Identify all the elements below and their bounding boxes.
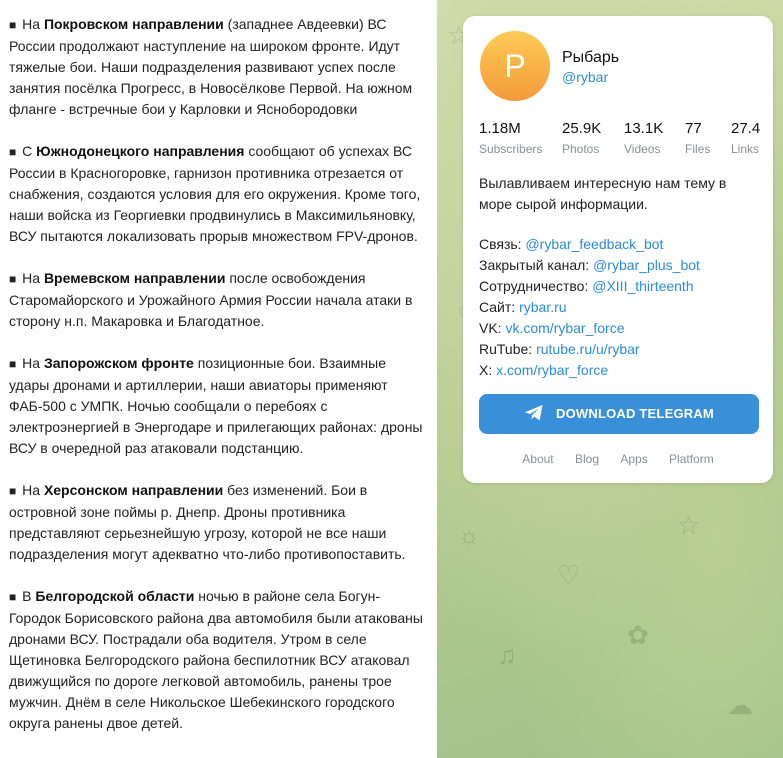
- post-text: ■ На Покровском направлении (западнее Ав…: [9, 14, 429, 755]
- footer-link-platform[interactable]: Platform: [669, 452, 714, 466]
- stat-subscribers: 1.18M Subscribers: [479, 120, 542, 157]
- paragraph-prefix: С: [22, 143, 37, 159]
- square-bullet-icon: ■: [9, 145, 17, 159]
- paragraph-heading: Времевском направлении: [43, 270, 226, 286]
- paragraph-heading: Покровском направлении: [43, 16, 224, 32]
- channel-links: Связь: @rybar_feedback_bot Закрытый кана…: [479, 234, 769, 381]
- link-label: Сайт:: [479, 299, 520, 315]
- footer-link-apps[interactable]: Apps: [620, 452, 647, 466]
- post-paragraph: ■ В Белгородской области ночью в районе …: [9, 586, 429, 734]
- stat-value: 1.18M: [479, 120, 521, 137]
- link-row-cooperation: Сотрудничество: @XIII_thirteenth: [479, 276, 769, 297]
- stat-label: Links: [731, 142, 760, 156]
- rutube-link[interactable]: rutube.ru/u/rybar: [536, 341, 640, 357]
- channel-description: Вылавливаем интересную нам тему в море с…: [479, 175, 727, 212]
- footer-links: About Blog Apps Platform: [463, 452, 773, 466]
- flower-doodle-icon: ✿: [627, 620, 649, 650]
- square-bullet-icon: ■: [9, 590, 17, 604]
- star-doodle-icon: ☆: [677, 510, 701, 540]
- paragraph-prefix: На: [22, 355, 44, 371]
- stat-label: Files: [685, 142, 711, 156]
- post-paragraph: ■ С Южнодонецкого направления сообщают о…: [9, 141, 429, 247]
- channel-handle[interactable]: @rybar: [562, 69, 608, 85]
- square-bullet-icon: ■: [9, 357, 17, 371]
- post-paragraph: ■ На Покровском направлении (западнее Ав…: [9, 14, 429, 120]
- stat-photos[interactable]: 25.9K Photos: [562, 120, 601, 157]
- link-row-rutube: RuTube: rutube.ru/u/rybar: [479, 339, 769, 360]
- post-paragraph: ■ На Запорожском фронте позиционные бои.…: [9, 353, 429, 459]
- channel-background: ☼ ♡ ☆ ♫ ✿ ☁ ☆ ♡ ✿ P Рыбарь @rybar 1.18M …: [437, 0, 783, 758]
- link-row-contact: Связь: @rybar_feedback_bot: [479, 234, 769, 255]
- square-bullet-icon: ■: [9, 18, 17, 32]
- paragraph-prefix: В: [22, 588, 36, 604]
- paragraph-prefix: На: [22, 482, 44, 498]
- stat-label: Photos: [562, 142, 600, 156]
- post-pane: ■ На Покровском направлении (западнее Ав…: [0, 0, 437, 758]
- paragraph-heading: Южнодонецкого направления: [36, 143, 245, 159]
- link-label: X:: [479, 362, 497, 378]
- link-label: Связь:: [479, 236, 526, 252]
- x-link[interactable]: x.com/rybar_force: [496, 362, 608, 378]
- link-label: RuTube:: [479, 341, 537, 357]
- balloon-doodle-icon: ☼: [457, 520, 481, 550]
- link-row-closed-channel: Закрытый канал: @rybar_plus_bot: [479, 255, 769, 276]
- post-paragraph: ■ На Времевском направлении после освобо…: [9, 268, 429, 332]
- stat-videos[interactable]: 13.1K Videos: [624, 120, 663, 157]
- paragraph-prefix: На: [22, 270, 44, 286]
- cloud-doodle-icon: ☁: [727, 690, 753, 720]
- avatar[interactable]: P: [480, 31, 550, 101]
- stat-label: Subscribers: [479, 142, 543, 156]
- footer-link-blog[interactable]: Blog: [575, 452, 599, 466]
- link-row-site: Сайт: rybar.ru: [479, 297, 769, 318]
- paragraph-prefix: На: [22, 16, 44, 32]
- paragraph-heading: Херсонском направлении: [43, 482, 224, 498]
- channel-stats: 1.18M Subscribers 25.9K Photos 13.1K Vid…: [479, 120, 773, 160]
- link-label: Сотрудничество:: [479, 278, 593, 294]
- music-doodle-icon: ♫: [497, 640, 517, 670]
- square-bullet-icon: ■: [9, 484, 17, 498]
- telegram-plane-icon: [525, 405, 543, 421]
- post-paragraph: ■ На Херсонском направлении без изменени…: [9, 480, 429, 565]
- download-telegram-button[interactable]: DOWNLOAD TELEGRAM: [479, 394, 759, 434]
- site-link[interactable]: rybar.ru: [519, 299, 566, 315]
- link-row-vk: VK: vk.com/rybar_force: [479, 318, 769, 339]
- channel-name: Рыбарь: [562, 49, 620, 66]
- closed-channel-link[interactable]: @rybar_plus_bot: [593, 257, 700, 273]
- paragraph-heading: Белгородской области: [35, 588, 195, 604]
- channel-card: P Рыбарь @rybar 1.18M Subscribers 25.9K …: [463, 16, 773, 483]
- contact-link[interactable]: @rybar_feedback_bot: [525, 236, 663, 252]
- cooperation-link[interactable]: @XIII_thirteenth: [592, 278, 693, 294]
- link-label: VK:: [479, 320, 506, 336]
- stat-value: 27.4: [731, 120, 761, 137]
- paragraph-heading: Запорожском фронте: [43, 355, 194, 371]
- stat-value: 13.1K: [624, 120, 664, 137]
- stat-value: 77: [685, 120, 702, 137]
- vk-link[interactable]: vk.com/rybar_force: [505, 320, 624, 336]
- stat-files[interactable]: 77 Files: [685, 120, 710, 157]
- link-row-x: X: x.com/rybar_force: [479, 360, 769, 381]
- stat-value: 25.9K: [562, 120, 602, 137]
- square-bullet-icon: ■: [9, 272, 17, 286]
- stat-links[interactable]: 27.4 Links: [731, 120, 760, 157]
- heart-doodle-icon: ♡: [557, 560, 581, 590]
- paragraph-body: ночью в районе села Богун-Городок Борисо…: [9, 588, 423, 731]
- download-button-label: DOWNLOAD TELEGRAM: [556, 406, 714, 421]
- footer-link-about[interactable]: About: [522, 452, 553, 466]
- link-label: Закрытый канал:: [479, 257, 594, 273]
- stat-label: Videos: [624, 142, 661, 156]
